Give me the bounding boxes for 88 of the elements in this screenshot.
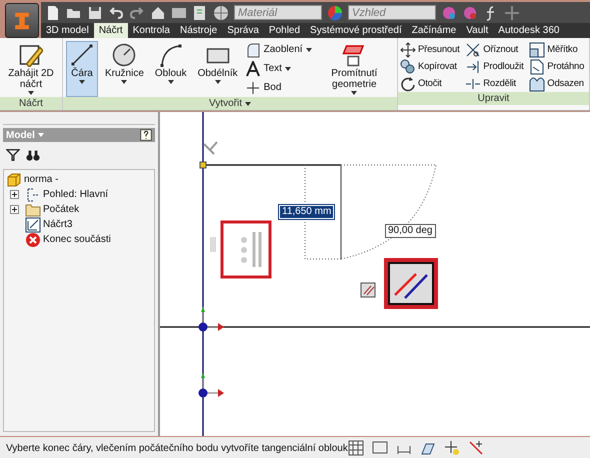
material-field[interactable]: Materiál	[234, 5, 322, 20]
ribbon-tool-button[interactable]: Kopírovat	[400, 58, 462, 75]
color-wheel-icon	[327, 4, 343, 20]
collinear-constraint-icon	[360, 282, 376, 298]
ribbon-tab[interactable]: Náčrt	[94, 23, 128, 38]
ribbon-tool-button[interactable]: Čára	[66, 41, 98, 97]
origin-axes-icon	[198, 306, 224, 332]
sketch-icon	[25, 216, 41, 232]
clear-appearance-icon	[462, 4, 478, 20]
offset-icon	[529, 76, 546, 92]
ribbon-tool-button[interactable]: Oblouk	[150, 41, 191, 97]
help-icon	[140, 129, 152, 141]
ribbon-tab[interactable]: Začínáme	[406, 23, 462, 38]
scale-icon	[529, 42, 546, 58]
ribbon-tool-button[interactable]: Kružnice	[101, 41, 148, 97]
ribbon-tool-button[interactable]: Bod	[244, 79, 312, 96]
ribbon-tool-button[interactable]: Otočit	[400, 75, 462, 92]
collinear-constraint-icon	[384, 258, 438, 309]
ribbon-tool-button[interactable]: Obdélník	[194, 41, 242, 97]
panel-title: Náčrt	[19, 97, 43, 110]
endpoint-marker	[200, 162, 206, 168]
expand-icon[interactable]	[10, 205, 19, 214]
copy-icon	[400, 58, 416, 74]
length-input[interactable]: 11,650 mm	[279, 205, 334, 219]
ribbon-tool-button[interactable]: Odsazen	[529, 75, 587, 92]
sketch-icon	[19, 43, 43, 67]
text-icon	[244, 60, 261, 76]
part-icon	[6, 172, 22, 188]
move-point-icon	[444, 440, 460, 456]
save-icon	[87, 4, 103, 20]
arc-icon	[158, 43, 183, 67]
view-icon	[25, 186, 41, 202]
grid-icon	[348, 440, 364, 456]
ribbon-tool-button[interactable]: Rozdělit	[465, 75, 526, 92]
globe-icon	[213, 4, 229, 20]
move-icon	[400, 42, 416, 58]
ribbon-tab[interactable]: Nástroje	[174, 23, 222, 38]
rotate-icon	[400, 76, 416, 92]
tree-item[interactable]: Počátek	[43, 204, 80, 215]
ribbon-tool-button[interactable]: Promítnutí geometrie	[314, 41, 394, 97]
line-icon	[70, 43, 94, 67]
plus-icon	[504, 4, 520, 20]
ribbon-tool-button[interactable]: Zahájit 2D náčrt	[3, 41, 59, 97]
panel-title[interactable]: Vytvořit	[209, 97, 242, 110]
undo-icon	[108, 4, 124, 20]
ribbon-tab[interactable]: Vault	[461, 23, 494, 38]
ribbon-tab[interactable]: Kontrola	[128, 23, 175, 38]
tree-item[interactable]: norma -	[24, 174, 58, 185]
circle-icon	[112, 43, 136, 67]
stretch-icon	[529, 58, 546, 74]
tree-item[interactable]: Pohled: Hlavní	[43, 189, 108, 200]
origin-axes-icon	[198, 373, 224, 398]
ribbon-tool-button[interactable]: Text	[244, 60, 312, 77]
redo-icon	[129, 4, 145, 20]
panel-title: Upravit	[478, 92, 510, 105]
appearance-field[interactable]: Vzhled	[348, 5, 436, 20]
ribbon-tool-button[interactable]: Protáhno	[529, 58, 587, 75]
home-icon	[150, 4, 166, 20]
angle-label: 90,00 deg	[385, 224, 436, 238]
caret-icon[interactable]	[38, 133, 44, 137]
new-file-icon	[45, 4, 61, 20]
ribbon-tab[interactable]: Autodesk 360	[493, 23, 564, 38]
ribbon-tool-button[interactable]: Zaoblení	[244, 41, 312, 58]
tree-item[interactable]: Náčrt3	[43, 219, 72, 230]
ribbon-tool-button[interactable]: Přesunout	[400, 41, 462, 58]
extend-icon	[465, 58, 482, 74]
ribbon-tab[interactable]: Systémové prostředí	[305, 23, 407, 38]
point-icon	[244, 80, 261, 96]
binoculars-icon	[26, 148, 40, 162]
project-geometry-icon	[342, 43, 366, 67]
ribbon-tab[interactable]: Pohled	[264, 23, 306, 38]
document-icon	[192, 4, 208, 20]
filter-icon	[6, 148, 20, 162]
folder-icon	[25, 202, 41, 218]
trim-icon	[465, 42, 482, 58]
status-message: Vyberte konec čáry, vlečením počátečního bodu vytvoříte tangenciální oblouk	[6, 442, 348, 454]
ribbon-tool-button[interactable]: Oříznout	[465, 41, 526, 58]
ribbon-tab[interactable]: Správa	[222, 23, 264, 38]
fillet-icon	[244, 42, 261, 58]
check-mark-icon	[203, 141, 218, 155]
appearance-icon	[441, 4, 457, 20]
error-icon	[25, 232, 41, 248]
ribbon-tool-button[interactable]: Prodloužit	[465, 58, 526, 75]
expand-icon[interactable]	[10, 190, 19, 199]
application-menu-button[interactable]	[5, 3, 39, 38]
ribbon-tab[interactable]: 3D model	[41, 23, 94, 38]
ribbon-tool-button[interactable]: Měřítko	[529, 41, 587, 58]
tree-item[interactable]: Konec součásti	[43, 234, 111, 245]
